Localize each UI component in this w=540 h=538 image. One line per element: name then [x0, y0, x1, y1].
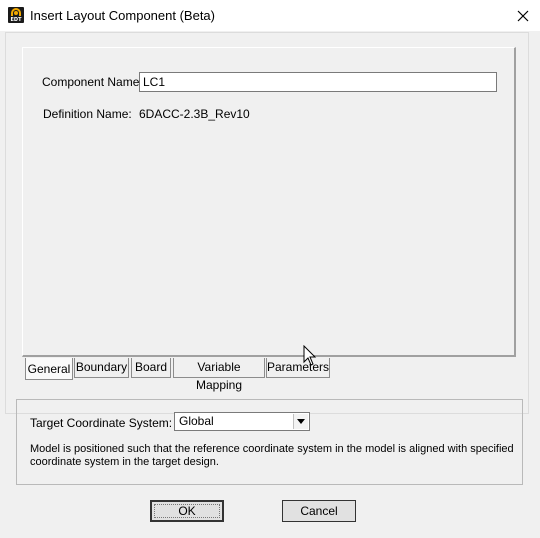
window-title: Insert Layout Component (Beta) — [30, 8, 215, 23]
component-name-label: Component Name: — [42, 75, 143, 89]
cancel-button[interactable]: Cancel — [282, 500, 356, 522]
tab-boundary[interactable]: Boundary — [74, 358, 129, 378]
target-coordinate-value: Global — [179, 414, 214, 428]
close-icon — [517, 10, 529, 21]
tab-general[interactable]: General — [25, 358, 73, 380]
target-coordinate-select[interactable]: Global — [174, 412, 310, 431]
tab-board[interactable]: Board — [131, 358, 171, 378]
component-name-input[interactable] — [139, 72, 497, 92]
target-coordinate-label: Target Coordinate System: — [30, 416, 173, 430]
title-bar: EDT Insert Layout Component (Beta) — [0, 0, 540, 31]
target-coordinate-description: Model is positioned such that the refere… — [30, 443, 514, 468]
close-button[interactable] — [506, 0, 540, 31]
tab-variable-mapping[interactable]: Variable Mapping — [173, 358, 265, 392]
tab-parameters[interactable]: Parameters — [266, 358, 330, 378]
mouse-cursor-icon — [303, 345, 317, 366]
cancel-button-label: Cancel — [300, 504, 338, 518]
ok-button[interactable]: OK — [150, 500, 224, 522]
definition-name-label: Definition Name: — [43, 107, 132, 121]
definition-name-value: 6DACC-2.3B_Rev10 — [139, 107, 250, 121]
tab-panel-general — [22, 47, 516, 357]
app-icon-text: EDT — [10, 17, 22, 23]
chevron-down-icon — [293, 414, 308, 429]
app-icon: EDT — [8, 7, 24, 23]
